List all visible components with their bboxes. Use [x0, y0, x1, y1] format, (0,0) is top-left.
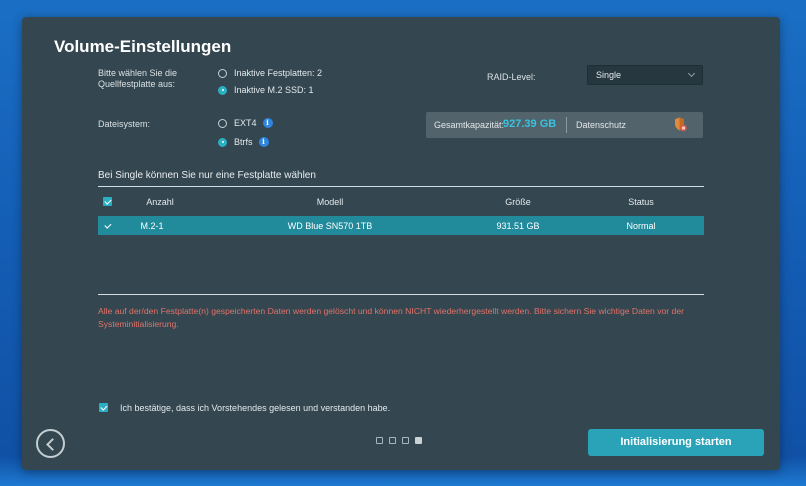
step-dot — [402, 437, 409, 444]
confirm-label[interactable]: Ich bestätige, dass ich Vorstehendes gel… — [120, 403, 390, 413]
section-title: Bei Single können Sie nur eine Festplatt… — [98, 170, 316, 181]
radio-button[interactable] — [218, 68, 227, 78]
cell-status: Normal — [626, 221, 656, 231]
shield-warning-icon[interactable] — [674, 117, 687, 132]
raid-level-label: RAID-Level: — [487, 72, 536, 82]
row-checkbox[interactable] — [103, 221, 112, 230]
table-header-row: Anzahl Modell Größe Status — [98, 192, 704, 211]
start-initialization-button[interactable]: Initialisierung starten — [588, 429, 764, 456]
radio-label: Btrfs — [234, 137, 253, 147]
divider — [98, 186, 704, 187]
step-dot — [376, 437, 383, 444]
column-header-groesse: Größe — [505, 197, 531, 207]
capacity-value: 927.39 GB — [503, 118, 557, 130]
radio-label: EXT4 — [234, 118, 257, 128]
radio-inactive-m2-ssd[interactable]: Inaktive M.2 SSD: 1 — [218, 85, 314, 95]
radio-btrfs[interactable]: Btrfs i — [218, 137, 269, 147]
info-icon[interactable]: i — [258, 137, 269, 147]
data-loss-warning: Alle auf der/den Festplatte(n) gespeiche… — [98, 306, 684, 329]
dialog-title: Volume-Einstellungen — [54, 37, 232, 56]
filesystem-label: Dateisystem: — [98, 119, 151, 129]
cell-modell: WD Blue SN570 1TB — [287, 221, 373, 231]
divider — [566, 117, 567, 133]
volume-settings-dialog: Volume-Einstellungen Bitte wählen Sie di… — [22, 17, 780, 470]
radio-label: Inaktive Festplatten: 2 — [234, 68, 323, 78]
radio-button-checked[interactable] — [218, 137, 227, 147]
cell-anzahl: M.2-1 — [140, 221, 164, 231]
cell-groesse: 931.51 GB — [496, 221, 540, 231]
step-indicator — [376, 437, 422, 444]
table-row[interactable]: M.2-1 WD Blue SN570 1TB 931.51 GB Normal — [98, 216, 704, 235]
radio-button-checked[interactable] — [218, 85, 227, 95]
select-all-checkbox[interactable] — [103, 197, 112, 206]
radio-button[interactable] — [218, 118, 227, 128]
radio-inactive-disks[interactable]: Inaktive Festplatten: 2 — [218, 68, 322, 78]
info-icon[interactable]: i — [262, 118, 273, 128]
back-button[interactable] — [36, 429, 65, 458]
data-protection-label: Datenschutz — [576, 120, 627, 130]
capacity-panel: Gesamtkapazität: 927.39 GB Datenschutz — [426, 112, 703, 138]
capacity-label: Gesamtkapazität: — [434, 120, 505, 130]
chevron-down-icon — [687, 69, 696, 78]
source-disk-label: Bitte wählen Sie die Quellfestplatte aus… — [98, 68, 178, 89]
divider — [98, 294, 704, 295]
raid-level-value: Single — [596, 70, 622, 80]
column-header-modell: Modell — [316, 197, 344, 207]
column-header-status: Status — [628, 197, 654, 207]
step-dot — [389, 437, 396, 444]
radio-ext4[interactable]: EXT4 i — [218, 118, 273, 128]
raid-level-select[interactable]: Single — [587, 65, 703, 85]
confirm-checkbox[interactable] — [99, 403, 108, 412]
column-header-anzahl: Anzahl — [146, 197, 174, 207]
step-dot-active — [415, 437, 422, 444]
radio-label: Inaktive M.2 SSD: 1 — [234, 85, 314, 95]
